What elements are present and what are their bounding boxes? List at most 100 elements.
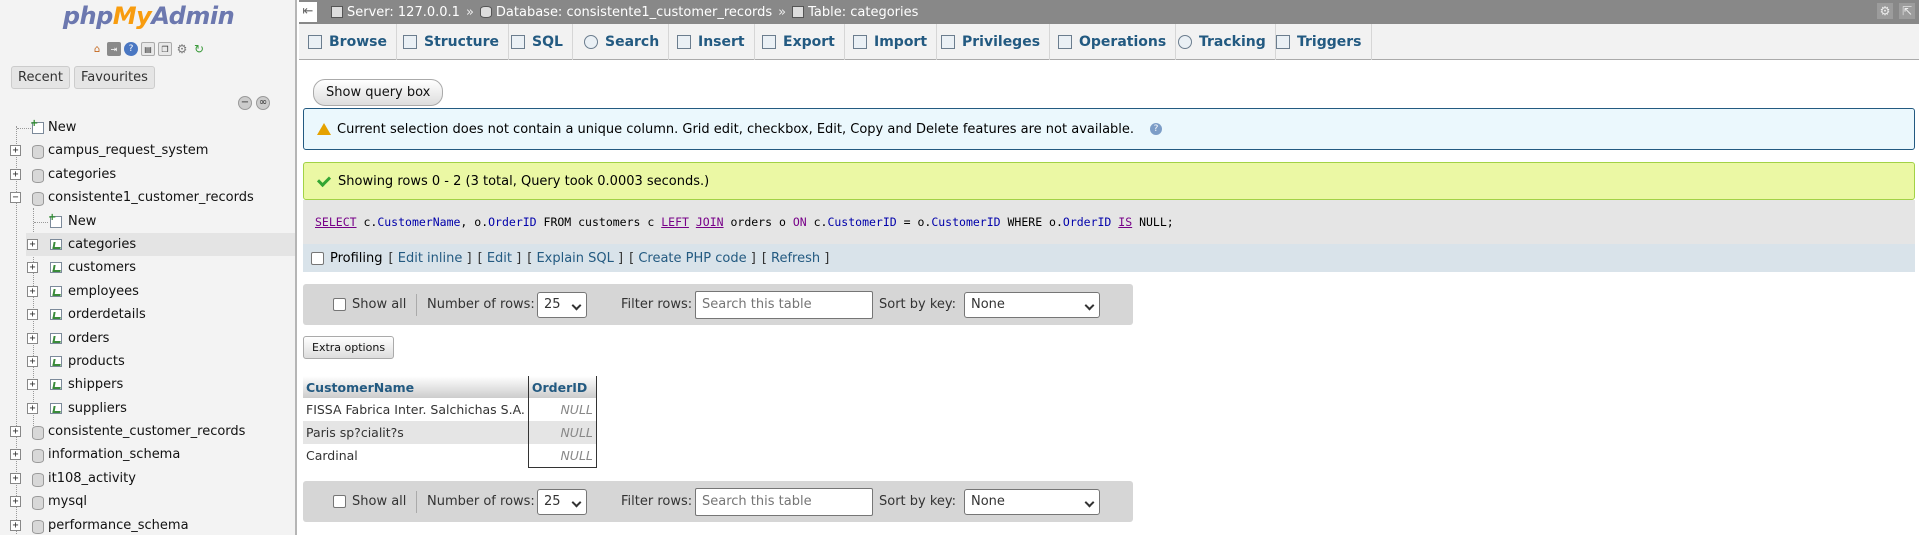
expand-icon[interactable]: + <box>27 238 38 250</box>
create-php-code-link[interactable]: Create PHP code <box>638 251 746 266</box>
new-icon <box>48 214 62 228</box>
expand-icon[interactable]: + <box>27 379 38 391</box>
browse-icon <box>308 35 322 49</box>
help-icon[interactable]: ? <box>1150 123 1163 135</box>
explain-sql-link[interactable]: Explain SQL <box>536 251 613 266</box>
show-all-checkbox[interactable] <box>333 495 346 508</box>
expand-icon[interactable]: + <box>10 145 21 157</box>
tree-item-db[interactable]: + mysql <box>0 490 295 513</box>
triggers-icon <box>1276 35 1290 49</box>
collapse-icon[interactable]: − <box>10 192 21 204</box>
copy-icon[interactable]: ❐ <box>158 42 172 56</box>
home-icon[interactable]: ⌂ <box>90 42 104 56</box>
tree-item-table[interactable]: + suppliers <box>0 397 295 420</box>
breadcrumb-separator: » <box>465 4 474 20</box>
tree-item-table[interactable]: + orderdetails <box>0 303 295 326</box>
expand-icon[interactable]: + <box>10 449 21 461</box>
expand-icon[interactable]: + <box>27 309 38 321</box>
database-icon <box>32 426 44 441</box>
filter-rows-label: Filter rows: <box>621 297 693 312</box>
expand-icon[interactable]: + <box>10 496 21 508</box>
expand-icon[interactable]: + <box>27 332 38 344</box>
show-all-checkbox[interactable] <box>333 298 346 311</box>
tree-item-table-selected[interactable]: + categories <box>26 232 295 257</box>
expand-icon[interactable]: + <box>10 426 21 438</box>
collapse-all-icon[interactable]: − <box>238 96 252 110</box>
help-icon[interactable]: ? <box>124 42 138 56</box>
docs-icon[interactable]: ▤ <box>141 42 155 56</box>
sort-by-key-select[interactable]: None <box>964 488 1100 515</box>
logout-icon[interactable]: ⇥ <box>107 42 121 56</box>
expand-icon[interactable]: + <box>27 262 38 274</box>
settings-icon[interactable]: ⚙ <box>175 42 189 56</box>
favourites-tab[interactable]: Favourites <box>73 66 155 89</box>
edit-link[interactable]: Edit <box>487 251 512 266</box>
expand-icon[interactable]: + <box>27 355 38 367</box>
tree-item-table[interactable]: + shippers <box>0 373 295 396</box>
filter-rows-input[interactable]: Search this table <box>695 290 873 319</box>
filter-rows-input[interactable]: Search this table <box>695 487 873 516</box>
expand-icon[interactable]: + <box>10 168 21 180</box>
link-icon[interactable]: ∞ <box>256 96 270 110</box>
settings-icon[interactable]: ⚙ <box>1877 3 1893 19</box>
tree-item-table[interactable]: + products <box>0 350 295 373</box>
number-of-rows-select[interactable]: 25 <box>537 291 587 318</box>
collapse-top-icon[interactable]: ⇱ <box>1899 3 1915 19</box>
column-header-orderid[interactable]: OrderID <box>527 376 597 398</box>
eye-icon <box>1178 35 1192 49</box>
tree-item-db[interactable]: + it108_activity <box>0 467 295 490</box>
breadcrumb-database[interactable]: Database: consistente1_customer_records <box>479 5 772 20</box>
show-all-toggle[interactable]: Show all <box>333 494 406 509</box>
edit-inline-link[interactable]: Edit inline <box>398 251 463 266</box>
warning-icon <box>317 123 331 135</box>
tab-privileges[interactable]: Privileges <box>932 24 1051 60</box>
tab-export[interactable]: Export <box>753 24 845 60</box>
tree-item-table[interactable]: + customers <box>0 256 295 279</box>
tree-item-db[interactable]: + categories <box>0 163 295 186</box>
phpmyadmin-logo[interactable]: phpMyAdmin <box>0 2 295 30</box>
tab-triggers[interactable]: Triggers <box>1267 24 1372 60</box>
tree-item-table[interactable]: + orders <box>0 327 295 350</box>
profiling-checkbox[interactable] <box>311 251 324 265</box>
tree-item-db[interactable]: + performance_schema <box>0 514 295 535</box>
database-icon <box>32 496 44 511</box>
database-icon <box>479 6 492 18</box>
privileges-icon <box>941 35 955 49</box>
tab-insert[interactable]: Insert <box>668 24 755 60</box>
tab-structure[interactable]: Structure <box>394 24 510 60</box>
tab-search[interactable]: Search <box>575 24 670 60</box>
tab-tracking[interactable]: Tracking <box>1169 24 1276 60</box>
tree-item-new[interactable]: New <box>0 116 295 139</box>
tab-import[interactable]: Import <box>844 24 938 60</box>
tree-item-db-expanded[interactable]: − consistente1_customer_records <box>0 186 295 209</box>
back-arrow-icon[interactable]: ⇤ <box>299 2 317 22</box>
sort-by-key-select[interactable]: None <box>964 291 1100 318</box>
expand-icon[interactable]: + <box>10 472 21 484</box>
breadcrumb-server[interactable]: Server: 127.0.0.1 <box>331 5 460 20</box>
column-header-customername[interactable]: CustomerName <box>303 376 529 398</box>
reload-icon[interactable]: ↻ <box>192 42 206 56</box>
extra-options-button[interactable]: Extra options <box>303 336 395 359</box>
tab-sql[interactable]: SQL <box>502 24 573 60</box>
show-all-toggle[interactable]: Show all <box>333 297 406 312</box>
recent-tab[interactable]: Recent <box>11 66 70 89</box>
import-icon <box>853 35 867 49</box>
tree-item-table[interactable]: + employees <box>0 280 295 303</box>
expand-icon[interactable]: + <box>27 402 38 414</box>
breadcrumb-table[interactable]: Table: categories <box>792 5 918 20</box>
refresh-link[interactable]: Refresh <box>771 251 820 266</box>
expand-icon[interactable]: + <box>10 519 21 531</box>
tree-item-db[interactable]: + consistente_customer_records <box>0 420 295 443</box>
tree-item-new-table[interactable]: New <box>0 210 295 233</box>
tree-item-db[interactable]: + campus_request_system <box>0 139 295 162</box>
expand-icon[interactable]: + <box>27 285 38 297</box>
table-icon <box>50 379 62 391</box>
notice-message: Current selection does not contain a uni… <box>303 108 1915 150</box>
structure-icon <box>403 35 417 49</box>
recent-favourites-tabs: Recent Favourites <box>11 66 155 89</box>
number-of-rows-select[interactable]: 25 <box>537 488 587 515</box>
tree-item-db[interactable]: + information_schema <box>0 443 295 466</box>
tab-operations[interactable]: Operations <box>1049 24 1177 60</box>
tab-browse[interactable]: Browse <box>299 24 397 60</box>
show-query-box-button[interactable]: Show query box <box>313 79 444 106</box>
